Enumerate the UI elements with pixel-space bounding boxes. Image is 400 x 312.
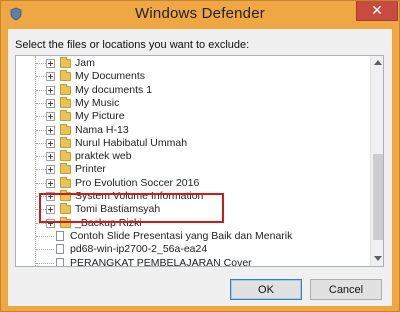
tree-item-label: My Picture bbox=[75, 110, 125, 123]
instruction-text: Select the files or locations you want t… bbox=[15, 39, 250, 51]
folder-tree[interactable]: Jam My Documents My documents 1 My Music My … bbox=[15, 55, 384, 267]
expand-plus-icon[interactable] bbox=[46, 98, 55, 108]
tree-item-label: Pro Evolution Soccer 2016 bbox=[75, 176, 200, 189]
file-icon bbox=[56, 244, 64, 255]
tree-item-label: Printer bbox=[75, 163, 106, 176]
expand-plus-icon[interactable] bbox=[46, 178, 55, 188]
scroll-thumb[interactable] bbox=[373, 154, 383, 240]
tree-guide-line bbox=[36, 156, 46, 158]
expand-plus-icon[interactable] bbox=[46, 59, 55, 68]
tree-guide-line bbox=[36, 169, 46, 171]
tree-item-label: pd68-win-ip2700-2_56a-ea24 bbox=[70, 243, 208, 256]
file-icon bbox=[56, 257, 64, 266]
tree-item[interactable]: Nama H-13 bbox=[16, 123, 370, 137]
tree-item-label: My Music bbox=[75, 96, 120, 109]
tree-item[interactable]: Pro Evolution Soccer 2016 bbox=[16, 176, 370, 190]
tree-guide-line bbox=[36, 63, 46, 64]
dialog-body: Select the files or locations you want t… bbox=[8, 29, 392, 306]
title-bar[interactable]: Windows Defender ✕ bbox=[1, 1, 399, 29]
tree-guide-line bbox=[36, 235, 54, 237]
expand-plus-icon[interactable] bbox=[46, 125, 55, 135]
close-button[interactable]: ✕ bbox=[356, 1, 398, 21]
tree-guide-line bbox=[36, 142, 46, 144]
folder-icon bbox=[60, 70, 71, 82]
cancel-button[interactable]: Cancel bbox=[310, 279, 382, 300]
folder-icon bbox=[60, 83, 71, 95]
tree-item-label: My Documents bbox=[75, 70, 146, 83]
tree-guide-line bbox=[36, 76, 46, 78]
folder-icon bbox=[60, 123, 71, 135]
folder-icon bbox=[60, 57, 71, 68]
tree-guide-line bbox=[36, 116, 46, 118]
expand-plus-icon[interactable] bbox=[46, 112, 55, 122]
expand-plus-icon[interactable] bbox=[46, 85, 55, 95]
file-icon bbox=[56, 230, 64, 241]
tree-guide-line bbox=[36, 262, 54, 264]
tree-item[interactable]: Contoh Slide Presentasi yang Baik dan Me… bbox=[16, 229, 370, 243]
tree-item[interactable]: My Music bbox=[16, 96, 370, 110]
tree-item[interactable]: My documents 1 bbox=[16, 83, 370, 97]
expand-plus-icon[interactable] bbox=[46, 72, 55, 82]
dialog-window: Windows Defender ✕ Select the files or l… bbox=[0, 0, 400, 312]
tree-guide-line bbox=[36, 182, 46, 184]
tree-item-label: Contoh Slide Presentasi yang Baik dan Me… bbox=[70, 229, 293, 242]
ok-button[interactable]: OK bbox=[230, 279, 302, 300]
folder-icon bbox=[60, 136, 71, 148]
tree-item[interactable]: pd68-win-ip2700-2_56a-ea24 bbox=[16, 242, 370, 256]
tree-item-label: My documents 1 bbox=[75, 83, 153, 96]
tree-item[interactable]: PERANGKAT PEMBELAJARAN Cover bbox=[16, 256, 370, 267]
tree-item-label: PERANGKAT PEMBELAJARAN Cover bbox=[70, 256, 252, 267]
tree-item-label: praktek web bbox=[75, 150, 132, 163]
folder-icon bbox=[60, 110, 71, 122]
window-title: Windows Defender bbox=[135, 5, 265, 22]
folder-icon bbox=[60, 96, 71, 108]
expand-plus-icon[interactable] bbox=[46, 165, 55, 175]
tree-item[interactable]: My Picture bbox=[16, 109, 370, 123]
tree-item[interactable]: Nurul Habibatul Ummah bbox=[16, 136, 370, 150]
vertical-scrollbar[interactable] bbox=[370, 56, 383, 266]
folder-icon bbox=[60, 150, 71, 162]
scroll-up-arrow-icon[interactable] bbox=[374, 60, 382, 65]
folder-icon bbox=[60, 176, 71, 188]
expand-plus-icon[interactable] bbox=[46, 152, 55, 162]
expand-plus-icon[interactable] bbox=[46, 138, 55, 148]
tree-guide-line bbox=[36, 102, 46, 104]
tree-item-label: Nurul Habibatul Ummah bbox=[75, 136, 188, 149]
tree-item-label: Jam bbox=[75, 57, 95, 69]
folder-icon bbox=[60, 163, 71, 175]
scroll-down-arrow-icon[interactable] bbox=[374, 256, 382, 261]
tree-item[interactable]: My Documents bbox=[16, 69, 370, 83]
tree-guide-line bbox=[36, 249, 54, 251]
tree-item[interactable]: Printer bbox=[16, 162, 370, 176]
tree-item[interactable]: praktek web bbox=[16, 149, 370, 163]
tree-item-label: Nama H-13 bbox=[75, 123, 129, 136]
tree-item[interactable]: Jam bbox=[16, 56, 370, 70]
tree-guide-line bbox=[36, 129, 46, 131]
tree-guide-line bbox=[36, 89, 46, 91]
highlight-box bbox=[39, 193, 224, 223]
